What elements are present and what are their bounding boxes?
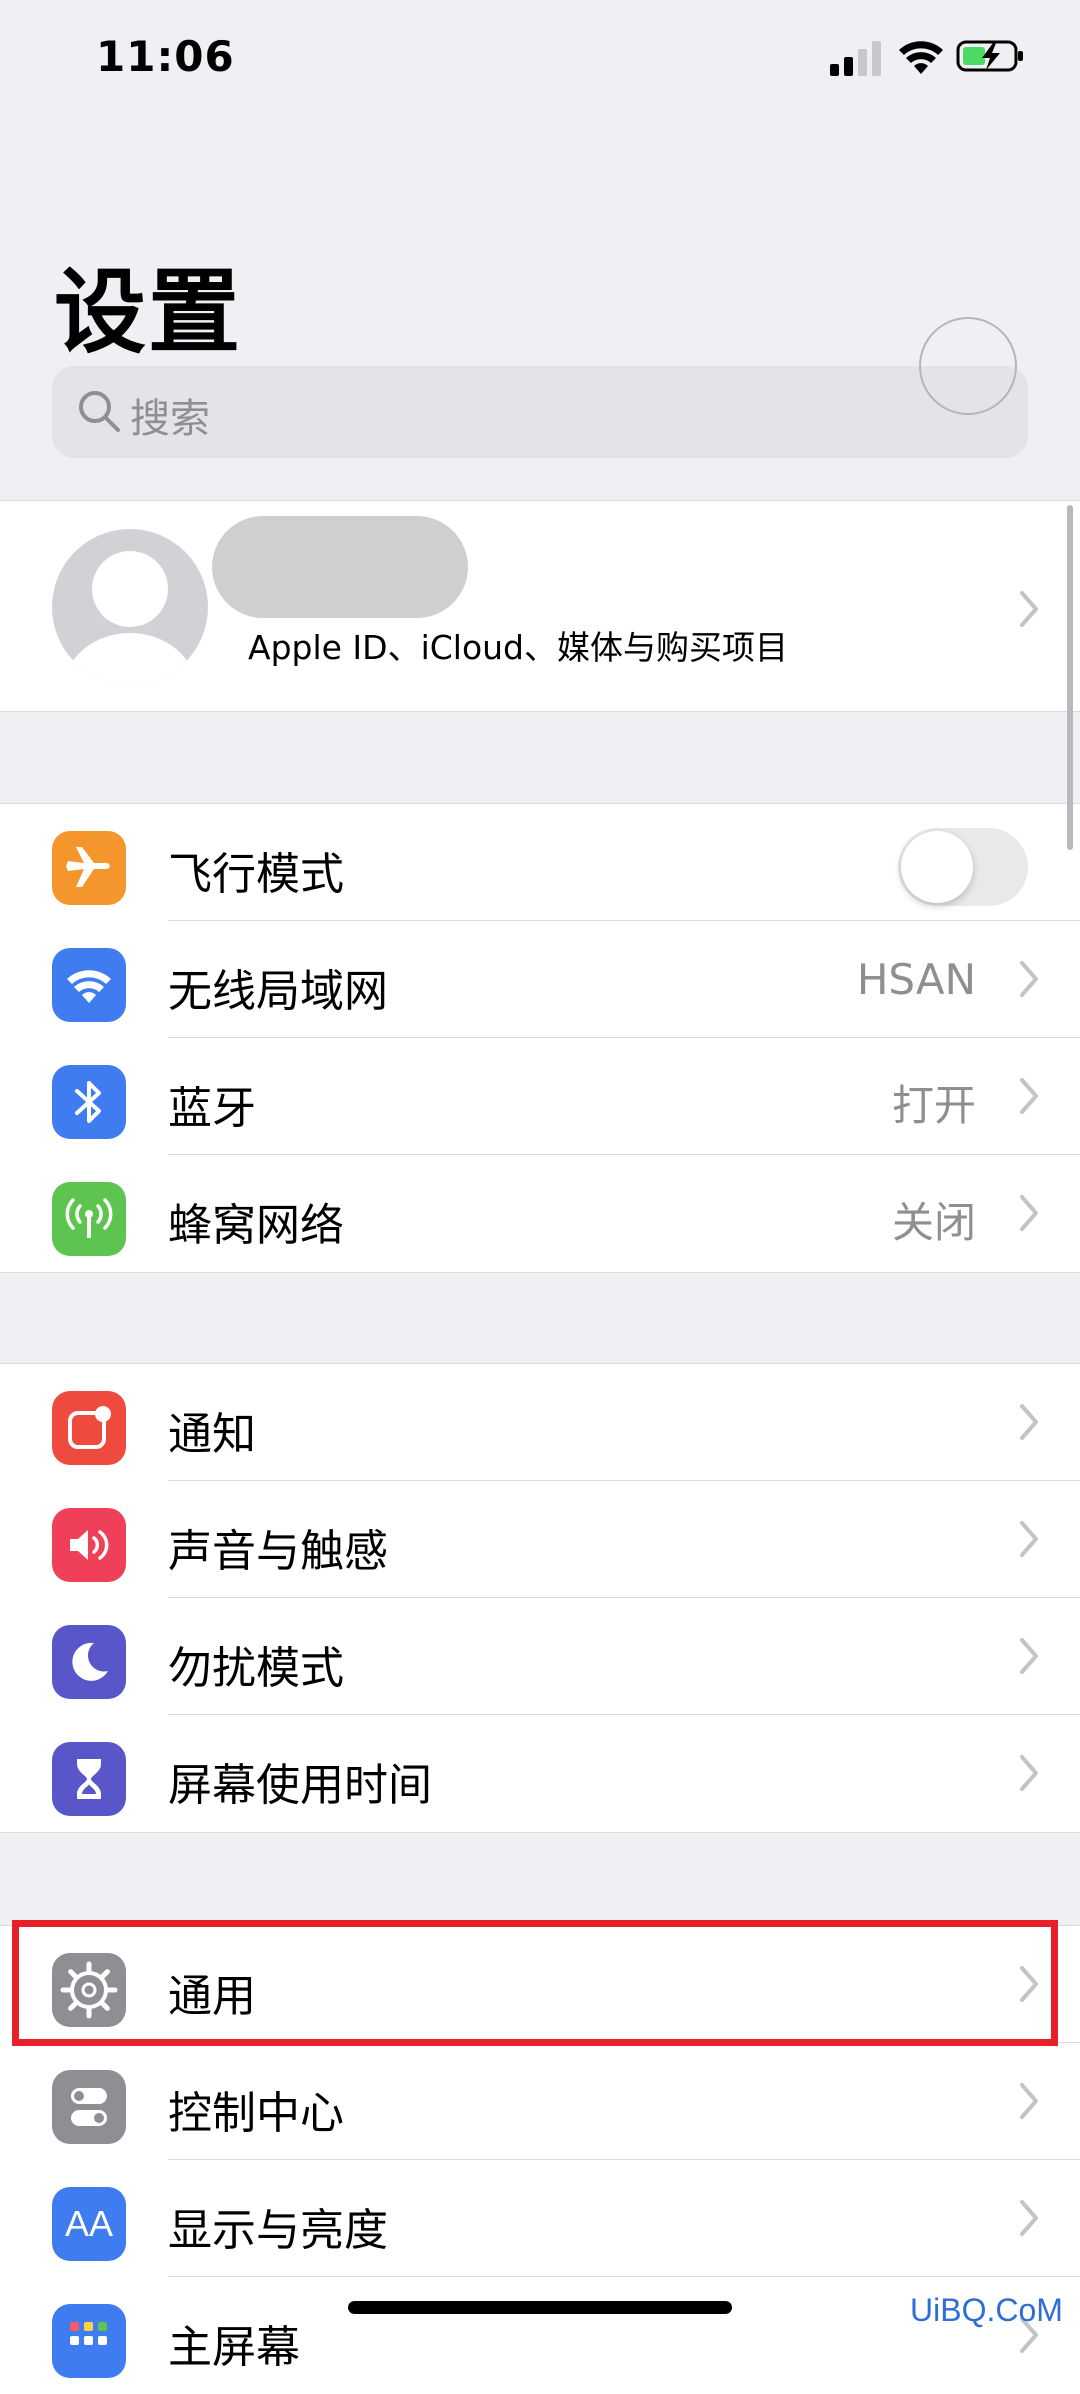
row-value: 关闭: [891, 1198, 976, 1247]
sound-icon: [52, 1508, 126, 1582]
airplane-mode-row: 飞行模式: [0, 804, 1080, 921]
chevron-right-icon: [1020, 1078, 1038, 1114]
status-bar: 11:06: [0, 0, 1080, 120]
airplane-icon: [52, 831, 126, 905]
row-label: 飞行模式: [168, 849, 344, 900]
cellular-row[interactable]: 蜂窝网络 关闭: [0, 1155, 1080, 1272]
notifications-row[interactable]: 通知: [0, 1364, 1080, 1481]
row-label: 勿扰模式: [168, 1643, 344, 1694]
scroll-indicator[interactable]: [1067, 505, 1073, 850]
home-screen-icon: [52, 2304, 126, 2378]
status-time: 11:06: [96, 32, 235, 81]
row-label: 屏幕使用时间: [168, 1760, 432, 1811]
avatar: [52, 529, 208, 685]
row-value: 打开: [891, 1081, 976, 1130]
chevron-right-icon: [1020, 1195, 1038, 1231]
row-label: 通知: [168, 1409, 256, 1460]
wifi-icon: [52, 948, 126, 1022]
control-center-row[interactable]: 控制中心: [0, 2043, 1080, 2160]
annotation-highlight-box: [12, 1920, 1058, 2046]
bluetooth-icon: [52, 1065, 126, 1139]
person-icon: [64, 551, 196, 685]
row-label: 蜂窝网络: [168, 1200, 344, 1251]
sounds-row[interactable]: 声音与触感: [0, 1481, 1080, 1598]
chevron-right-icon: [1020, 1404, 1038, 1440]
search-input[interactable]: 搜索: [52, 366, 1028, 458]
control-center-icon: [52, 2070, 126, 2144]
account-name-redacted: [212, 516, 468, 618]
display-brightness-row[interactable]: AA 显示与亮度: [0, 2160, 1080, 2277]
battery-icon: [956, 40, 1023, 72]
touch-indicator: [919, 317, 1017, 415]
row-label: 无线局域网: [168, 966, 388, 1017]
row-label: 控制中心: [168, 2088, 344, 2139]
row-label: 蓝牙: [168, 1083, 256, 1134]
airplane-mode-toggle[interactable]: [898, 828, 1028, 906]
chevron-right-icon: [1020, 1755, 1038, 1791]
chevron-right-icon: [1020, 1521, 1038, 1557]
notifications-group: 通知 声音与触感 勿扰模式 屏幕使用时间: [0, 1363, 1080, 1833]
row-value: HSAN: [856, 955, 976, 1004]
display-icon: AA: [52, 2187, 126, 2261]
search-placeholder: 搜索: [130, 396, 210, 442]
page-title: 设置: [54, 259, 243, 366]
row-label: 显示与亮度: [168, 2205, 388, 2256]
do-not-disturb-row[interactable]: 勿扰模式: [0, 1598, 1080, 1715]
chevron-right-icon: [1020, 1638, 1038, 1674]
connectivity-group: 飞行模式 无线局域网 HSAN 蓝牙 打开 蜂窝网络 关闭: [0, 803, 1080, 1273]
bluetooth-row[interactable]: 蓝牙 打开: [0, 1038, 1080, 1155]
chevron-right-icon: [1020, 961, 1038, 997]
chevron-right-icon: [1020, 591, 1038, 627]
screen-time-row[interactable]: 屏幕使用时间: [0, 1715, 1080, 1832]
home-indicator[interactable]: [348, 2301, 732, 2314]
row-label: 声音与触感: [168, 1526, 388, 1577]
hourglass-icon: [52, 1742, 126, 1816]
apple-id-row[interactable]: Apple ID、iCloud、媒体与购买项目: [0, 500, 1080, 712]
notifications-icon: [52, 1391, 126, 1465]
wifi-status-icon: [899, 41, 943, 74]
wifi-row[interactable]: 无线局域网 HSAN: [0, 921, 1080, 1038]
moon-icon: [52, 1625, 126, 1699]
row-label: 主屏幕: [168, 2322, 300, 2373]
chevron-right-icon: [1020, 2200, 1038, 2236]
signal-icon: [830, 41, 881, 76]
search-icon: [79, 391, 120, 432]
watermark: UiBQ.CoM: [910, 2292, 1063, 2328]
profile-subtitle: Apple ID、iCloud、媒体与购买项目: [248, 628, 789, 667]
cellular-icon: [52, 1182, 126, 1256]
chevron-right-icon: [1020, 2083, 1038, 2119]
